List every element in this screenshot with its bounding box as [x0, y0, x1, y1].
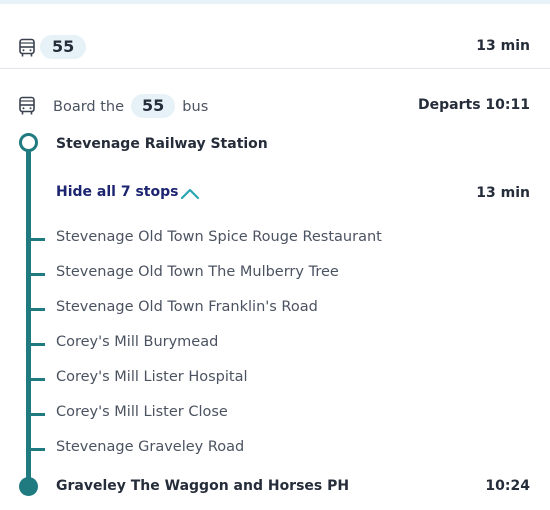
stop-tick-marker — [31, 448, 45, 451]
route-number-badge: 55 — [40, 35, 87, 59]
stop-name: Stevenage Old Town The Mulberry Tree — [56, 264, 339, 280]
bus-icon — [19, 96, 35, 115]
route-number-badge-inline: 55 — [131, 94, 176, 118]
ride-duration: 13 min — [476, 185, 530, 201]
stop-tick-marker — [31, 238, 45, 241]
toggle-stops-button[interactable]: Hide all 7 stops — [56, 184, 178, 200]
destination-stop-name: Graveley The Waggon and Horses PH — [56, 478, 350, 494]
arrival-time: 10:24 — [485, 478, 530, 494]
stop-tick-marker — [31, 308, 45, 311]
stop-tick-marker — [31, 343, 45, 346]
stop-tick-marker — [31, 378, 45, 381]
stop-name: Corey's Mill Burymead — [56, 334, 219, 350]
stop-name: Corey's Mill Lister Hospital — [56, 369, 248, 385]
board-prefix: Board the — [53, 99, 125, 115]
bus-icon — [19, 38, 35, 57]
intermediate-stop: Stevenage Old Town Franklin's Road — [0, 299, 550, 319]
intermediate-stop: Corey's Mill Burymead — [0, 334, 550, 354]
stop-name: Stevenage Old Town Spice Rouge Restauran… — [56, 229, 382, 245]
departure-time: Departs 10:11 — [418, 97, 530, 113]
stop-tick-marker — [31, 273, 45, 276]
stop-name: Corey's Mill Lister Close — [56, 404, 228, 420]
stop-name: Stevenage Old Town Franklin's Road — [56, 299, 318, 315]
intermediate-stop: Corey's Mill Lister Close — [0, 404, 550, 424]
origin-stop-marker — [19, 133, 38, 152]
leg-header[interactable]: 55 13 min — [0, 4, 550, 69]
intermediate-stop: Corey's Mill Lister Hospital — [0, 369, 550, 389]
board-instruction: Board the 55 bus — [53, 94, 208, 118]
intermediate-stop: Stevenage Old Town The Mulberry Tree — [0, 264, 550, 284]
destination-stop-marker — [19, 477, 38, 496]
chevron-up-icon[interactable] — [180, 186, 200, 200]
intermediate-stop: Stevenage Old Town Spice Rouge Restauran… — [0, 229, 550, 249]
origin-stop-name: Stevenage Railway Station — [56, 136, 268, 152]
stop-tick-marker — [31, 413, 45, 416]
board-suffix: bus — [182, 99, 209, 115]
intermediate-stop: Stevenage Graveley Road — [0, 439, 550, 459]
leg-duration: 13 min — [476, 38, 530, 54]
stop-name: Stevenage Graveley Road — [56, 439, 245, 455]
